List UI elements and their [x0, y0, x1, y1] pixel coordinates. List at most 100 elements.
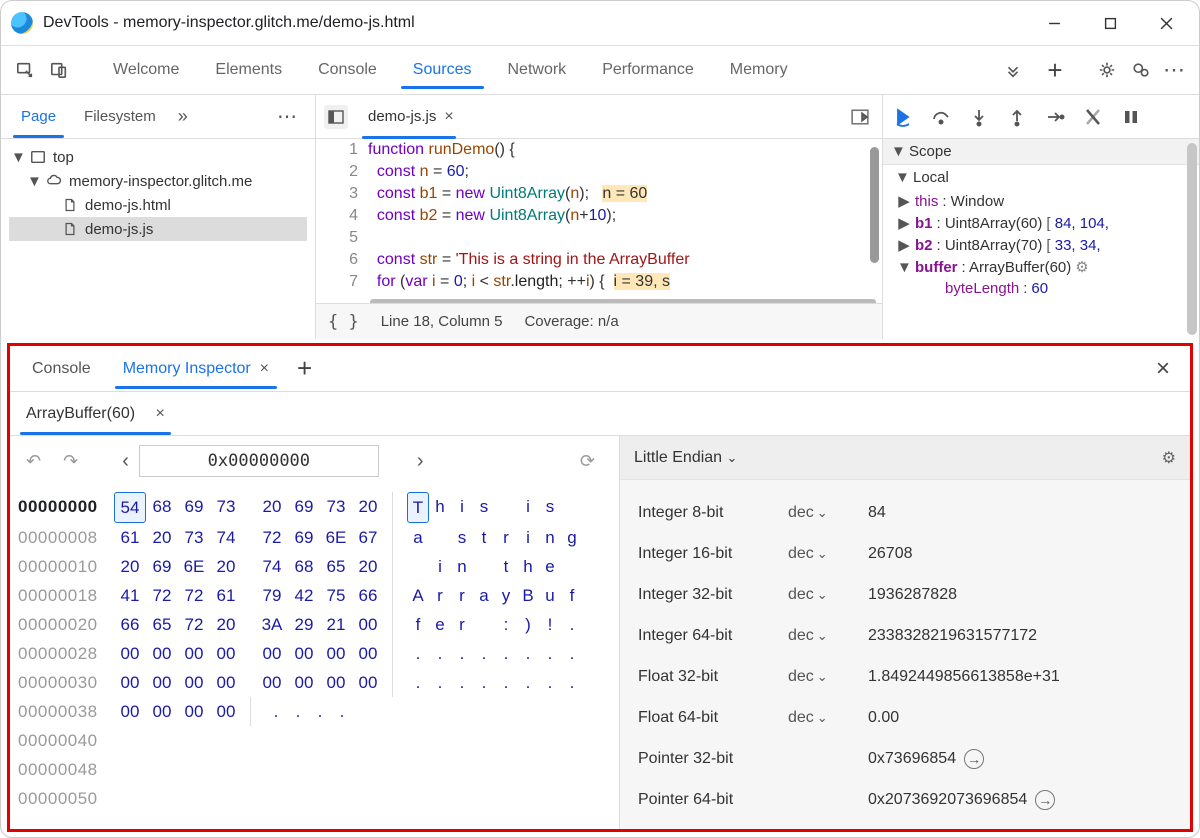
- scope-row[interactable]: ▶this: Window: [883, 190, 1199, 212]
- kebab-icon[interactable]: ⋯: [1161, 56, 1189, 84]
- address-input[interactable]: [139, 445, 379, 477]
- tab-network[interactable]: Network: [492, 51, 583, 89]
- tab-welcome[interactable]: Welcome: [97, 51, 195, 89]
- more-nav-icon[interactable]: »: [178, 106, 188, 127]
- maximize-button[interactable]: [1087, 6, 1133, 40]
- add-tab-icon[interactable]: +: [1041, 56, 1069, 84]
- hex-row[interactable]: 000000086120737472696E67a string: [18, 523, 619, 552]
- value-row[interactable]: Integer 8-bitdec ⌄84: [620, 492, 1190, 533]
- value-row[interactable]: Integer 16-bitdec ⌄26708: [620, 533, 1190, 574]
- hex-row[interactable]: 00000040: [18, 726, 619, 755]
- scrollbar-vertical[interactable]: [870, 147, 879, 263]
- cursor-position: Line 18, Column 5: [381, 313, 503, 330]
- drawer-close-icon[interactable]: ×: [1144, 355, 1182, 383]
- debugger-panel: ▼Scope ▼Local ▶this: Window▶b1: Uint8Arr…: [883, 95, 1199, 339]
- editor-tab[interactable]: demo-js.js ×: [358, 100, 460, 134]
- feedback-icon[interactable]: [1127, 56, 1155, 84]
- scope-row[interactable]: ▶b1: Uint8Array(60)[ 84, 104,: [883, 212, 1199, 234]
- code-editor[interactable]: 1function runDemo() {2 const n = 60;3 co…: [316, 139, 882, 303]
- hex-row[interactable]: 000000280000000000000000........: [18, 639, 619, 668]
- tree-top[interactable]: ▼top: [9, 145, 307, 169]
- step-over-icon[interactable]: [929, 105, 953, 129]
- tab-sources[interactable]: Sources: [397, 51, 488, 89]
- scope-scrollbar[interactable]: [1187, 143, 1197, 335]
- hex-row[interactable]: 000000300000000000000000........: [18, 668, 619, 697]
- tab-memory[interactable]: Memory: [714, 51, 804, 89]
- nav-kebab-icon[interactable]: ⋯: [277, 104, 309, 129]
- buffer-tab[interactable]: ArrayBuffer(60) ×: [18, 397, 173, 431]
- step-into-icon[interactable]: [967, 105, 991, 129]
- value-row[interactable]: Integer 32-bitdec ⌄1936287828: [620, 574, 1190, 615]
- scope-header[interactable]: ▼Scope: [883, 139, 1199, 165]
- deactivate-bp-icon[interactable]: [1081, 105, 1105, 129]
- editor-panel: demo-js.js × 1function runDemo() {2 const…: [316, 95, 883, 339]
- toggle-navigator-icon[interactable]: [324, 105, 348, 129]
- step-out-icon[interactable]: [1005, 105, 1029, 129]
- tab-elements[interactable]: Elements: [199, 51, 298, 89]
- app-icon: [11, 12, 33, 34]
- frame-icon: [29, 148, 47, 166]
- scope-row[interactable]: byteLength: 60: [883, 278, 1199, 299]
- settings-icon[interactable]: [1093, 56, 1121, 84]
- minimize-button[interactable]: [1031, 6, 1077, 40]
- hex-row[interactable]: 0000003800000000....: [18, 697, 619, 726]
- drawer-tab-memory-inspector[interactable]: Memory Inspector ×: [109, 350, 283, 388]
- scope-row[interactable]: ▼buffer: ArrayBuffer(60)⚙: [883, 256, 1199, 278]
- tree-origin[interactable]: ▼memory-inspector.glitch.me: [9, 169, 307, 193]
- hex-table[interactable]: 000000005468697320697320This is 00000008…: [10, 486, 619, 829]
- prev-page-icon[interactable]: ‹: [122, 450, 129, 473]
- tab-page[interactable]: Page: [7, 100, 70, 133]
- close-button[interactable]: [1143, 6, 1189, 40]
- scrollbar-horizontal[interactable]: [370, 299, 876, 303]
- pause-exception-icon[interactable]: [1119, 105, 1143, 129]
- hex-row[interactable]: 000000005468697320697320This is: [18, 492, 619, 523]
- more-tabs-icon[interactable]: [999, 56, 1027, 84]
- value-row[interactable]: Integer 64-bitdec ⌄2338328219631577172: [620, 615, 1190, 656]
- file-icon: [61, 196, 79, 214]
- refresh-icon[interactable]: ⟳: [574, 449, 601, 474]
- drawer-tab-console[interactable]: Console: [18, 350, 105, 388]
- scope-row[interactable]: ▶b2: Uint8Array(70)[ 33, 34,: [883, 234, 1199, 256]
- redo-icon[interactable]: ↷: [57, 449, 84, 474]
- editor-tab-label: demo-js.js: [368, 108, 436, 125]
- panel-tabs: WelcomeElementsConsoleSourcesNetworkPerf…: [97, 51, 975, 89]
- navigator-panel: Page Filesystem » ⋯ ▼top ▼memory-inspect…: [1, 95, 316, 339]
- value-row[interactable]: Pointer 64-bit0x2073692073696854 →: [620, 779, 1190, 820]
- undo-icon[interactable]: ↶: [20, 449, 47, 474]
- coverage-status: Coverage: n/a: [524, 313, 618, 330]
- drawer-memory-inspector: Console Memory Inspector × + × ArrayBuff…: [7, 343, 1193, 832]
- file-tree: ▼top ▼memory-inspector.glitch.me demo-js…: [1, 139, 315, 247]
- tab-filesystem[interactable]: Filesystem: [70, 100, 170, 133]
- sources-workspace: Page Filesystem » ⋯ ▼top ▼memory-inspect…: [1, 94, 1199, 339]
- value-row[interactable]: Float 64-bitdec ⌄0.00: [620, 697, 1190, 738]
- tab-performance[interactable]: Performance: [586, 51, 710, 89]
- value-row[interactable]: Pointer 32-bit0x73696854 →: [620, 738, 1190, 779]
- scope-pane: ▼Scope ▼Local ▶this: Window▶b1: Uint8Arr…: [883, 139, 1199, 339]
- file-icon: [61, 220, 79, 238]
- tree-file-js[interactable]: demo-js.js: [9, 217, 307, 241]
- step-icon[interactable]: [1043, 105, 1067, 129]
- resume-icon[interactable]: [891, 105, 915, 129]
- hex-row[interactable]: 00000048: [18, 755, 619, 784]
- toggle-debugger-icon[interactable]: [846, 103, 874, 131]
- interpreter-settings-icon[interactable]: ⚙: [1162, 448, 1176, 468]
- hex-row[interactable]: 000000184172726179427566ArrayBuf: [18, 581, 619, 610]
- drawer-add-icon[interactable]: +: [287, 353, 322, 384]
- scope-local[interactable]: ▼Local: [883, 165, 1199, 190]
- value-row[interactable]: Float 32-bitdec ⌄1.8492449856613858e+31: [620, 656, 1190, 697]
- close-icon[interactable]: ×: [444, 108, 453, 126]
- inspect-icon[interactable]: [11, 56, 39, 84]
- brackets-icon[interactable]: { }: [328, 312, 359, 332]
- tab-console[interactable]: Console: [302, 51, 393, 89]
- endianness-select[interactable]: Little Endian ⌄: [634, 449, 737, 467]
- hex-row[interactable]: 0000001020696E2074686520 in the: [18, 552, 619, 581]
- next-page-icon[interactable]: ›: [417, 450, 424, 473]
- hex-row[interactable]: 00000020666572203A292100fer :)!.: [18, 610, 619, 639]
- debugger-controls: [883, 95, 1199, 139]
- device-icon[interactable]: [45, 56, 73, 84]
- close-icon[interactable]: ×: [156, 405, 165, 423]
- tree-file-html[interactable]: demo-js.html: [9, 193, 307, 217]
- titlebar: DevTools - memory-inspector.glitch.me/de…: [1, 1, 1199, 45]
- close-icon[interactable]: ×: [260, 360, 269, 377]
- hex-row[interactable]: 00000050: [18, 784, 619, 813]
